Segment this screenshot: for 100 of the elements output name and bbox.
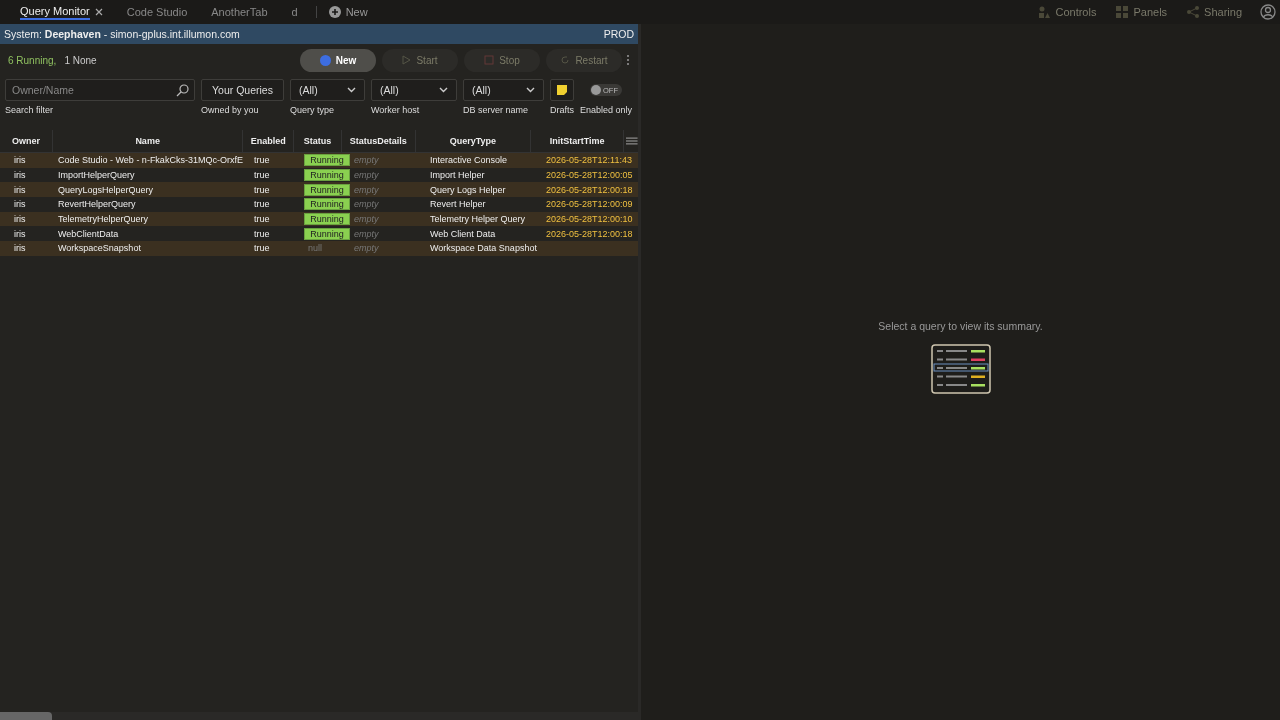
table-cell-text: Code Studio - Web - n-FkakCks-31MQc-OrxfE bbox=[57, 155, 244, 166]
table-cell-text: iris bbox=[13, 243, 27, 254]
table-cell: 2026-05-28T12:11:43 bbox=[546, 155, 632, 166]
menu-button[interactable]: Sharing bbox=[1181, 5, 1248, 19]
user-icon[interactable] bbox=[1260, 4, 1276, 20]
new-tab-button[interactable]: New bbox=[322, 5, 374, 19]
stop-icon bbox=[484, 55, 495, 65]
shapes-icon bbox=[1039, 6, 1051, 18]
table-cell: 2026-05-28T12:00:18 bbox=[546, 228, 633, 239]
system-name: System: Deephaven - simon-gplus.int.illumon.com bbox=[4, 28, 240, 40]
search-field[interactable]: Owner/Name bbox=[5, 79, 195, 101]
column-header[interactable]: Owner bbox=[0, 130, 54, 152]
status-badge: Running bbox=[304, 154, 350, 167]
menu-button[interactable]: Controls bbox=[1033, 5, 1103, 19]
table-cell-text: empty bbox=[353, 228, 380, 239]
column-header[interactable]: Enabled bbox=[243, 130, 295, 152]
tab[interactable]: Code Studio bbox=[114, 0, 200, 24]
search-icon bbox=[176, 84, 189, 97]
plus-icon bbox=[328, 6, 341, 18]
table-cell-text: Import Helper bbox=[429, 170, 486, 181]
empty-message: Select a query to view its summary. bbox=[878, 320, 1043, 332]
table-cell-text: empty bbox=[353, 214, 380, 225]
scrollbar-thumb[interactable] bbox=[0, 712, 52, 720]
table-cell: 2026-05-28T12:00:10 bbox=[546, 214, 633, 225]
table-cell-text: Revert Helper bbox=[429, 199, 487, 210]
table-cell-text: true bbox=[253, 184, 271, 195]
restart-icon bbox=[560, 55, 571, 65]
status-badge: Running bbox=[304, 183, 350, 196]
close-icon[interactable] bbox=[94, 8, 103, 16]
status-badge: Running bbox=[304, 198, 350, 211]
play-icon bbox=[402, 55, 412, 65]
menu-button[interactable]: Panels bbox=[1110, 5, 1174, 19]
column-header[interactable]: QueryType bbox=[415, 130, 531, 152]
table-cell: 2026-05-28T12:00:09 bbox=[546, 199, 633, 210]
table-cell-text: true bbox=[253, 155, 271, 166]
filter-label: Worker host bbox=[371, 105, 421, 115]
drafts-button[interactable] bbox=[550, 79, 574, 101]
filter-label: Drafts bbox=[550, 105, 574, 115]
table-cell-text: RevertHelperQuery bbox=[57, 199, 137, 210]
table-cell-text: empty bbox=[353, 199, 380, 210]
filter-label: Enabled only bbox=[580, 105, 633, 115]
table-cell-text: empty bbox=[353, 243, 380, 254]
column-header[interactable]: Status bbox=[294, 130, 342, 152]
table-cell-text: true bbox=[253, 228, 271, 239]
more-icon[interactable] bbox=[626, 54, 630, 66]
table-cell-text: Web Client Data bbox=[429, 228, 497, 239]
table-cell-text: WorkspaceSnapshot bbox=[57, 243, 142, 254]
table-cell-text: true bbox=[253, 214, 271, 225]
dropdown[interactable]: (All) bbox=[463, 79, 544, 101]
query-list-icon bbox=[930, 344, 991, 394]
environment-label: PROD bbox=[603, 28, 634, 40]
table-cell-text: WebClientData bbox=[57, 228, 120, 239]
table-cell: 2026-05-28T12:00:05 bbox=[546, 170, 633, 181]
filter-label: Owned by you bbox=[201, 105, 260, 115]
table-cell-text: ImportHelperQuery bbox=[57, 170, 136, 181]
column-header[interactable]: Name bbox=[53, 130, 244, 152]
chevron-down-icon bbox=[439, 87, 448, 93]
table-cell-text: iris bbox=[13, 214, 27, 225]
tab[interactable]: d bbox=[279, 0, 310, 24]
table-cell-text: Workspace Data Snapshot bbox=[429, 243, 538, 254]
filter-label: DB server name bbox=[463, 105, 530, 115]
filter-label: Query type bbox=[290, 105, 336, 115]
chevron-down-icon bbox=[526, 87, 535, 93]
tab[interactable]: AnotherTab bbox=[199, 0, 280, 24]
table-cell-text: iris bbox=[13, 184, 27, 195]
action-button[interactable]: New bbox=[300, 48, 376, 72]
dropdown[interactable]: (All) bbox=[290, 79, 365, 101]
table-cell-text: true bbox=[253, 199, 271, 210]
running-count: 6 Running, bbox=[8, 54, 57, 66]
column-header[interactable]: InitStartTime bbox=[530, 130, 625, 152]
status-badge: Running bbox=[304, 227, 350, 240]
dropdown[interactable]: (All) bbox=[371, 79, 457, 101]
table-cell: 2026-05-28T12:00:18 bbox=[546, 184, 633, 195]
table-cell-text: Interactive Console bbox=[429, 155, 509, 166]
status-text: null bbox=[307, 243, 322, 254]
owned-button[interactable]: Your Queries bbox=[201, 79, 284, 101]
note-icon bbox=[557, 85, 567, 95]
table-cell-text: Query Logs Helper bbox=[429, 184, 507, 195]
table-cell-text: true bbox=[253, 170, 271, 181]
status-badge: Running bbox=[304, 169, 350, 182]
table-cell-text: Telemetry Helper Query bbox=[429, 214, 527, 225]
menu-icon[interactable] bbox=[626, 137, 638, 145]
none-count: 1 None bbox=[64, 54, 97, 66]
status-badge: Running bbox=[304, 213, 350, 226]
table-cell-text: empty bbox=[353, 155, 380, 166]
table-cell-text: iris bbox=[13, 170, 27, 181]
table-cell-text: iris bbox=[13, 199, 27, 210]
table-cell-text: iris bbox=[13, 228, 27, 239]
table-cell-text: true bbox=[253, 243, 271, 254]
table-cell-text: TelemetryHelperQuery bbox=[57, 214, 150, 225]
share-icon bbox=[1187, 6, 1200, 18]
chevron-down-icon bbox=[347, 87, 356, 93]
filter-label: Search filter bbox=[5, 105, 55, 115]
table-cell-text: empty bbox=[353, 170, 380, 181]
table-cell-text: empty bbox=[353, 184, 380, 195]
column-header[interactable]: StatusDetails bbox=[341, 130, 416, 152]
grid-icon bbox=[1116, 6, 1129, 18]
table-cell-text: iris bbox=[13, 155, 27, 166]
table-cell-text: QueryLogsHelperQuery bbox=[57, 184, 155, 195]
tab[interactable]: Query Monitor bbox=[8, 0, 115, 24]
